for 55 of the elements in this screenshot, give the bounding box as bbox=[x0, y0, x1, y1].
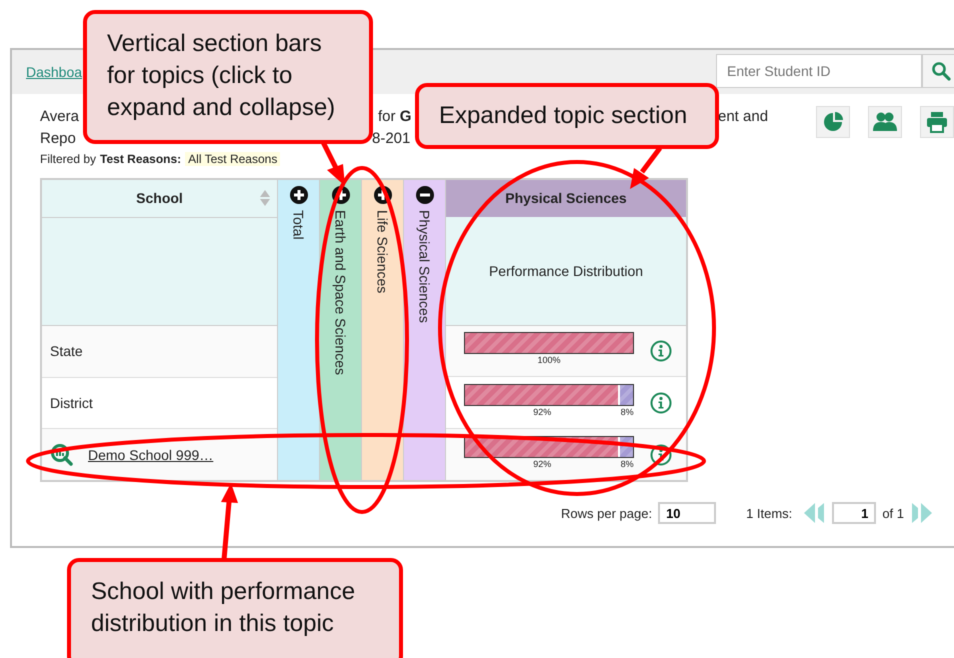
callout-box: Expanded topic section bbox=[415, 83, 719, 149]
report-title-text: Repo bbox=[40, 129, 76, 149]
section-header: Physical Sciences bbox=[446, 180, 686, 217]
print-button[interactable] bbox=[920, 106, 954, 138]
report-title-text: ent and bbox=[718, 107, 768, 127]
report-title-text: Avera bbox=[40, 107, 79, 127]
rows-per-page-label: Rows per page: bbox=[561, 506, 652, 520]
expand-icon[interactable] bbox=[332, 186, 350, 204]
row-label: District bbox=[50, 395, 93, 412]
printer-icon bbox=[926, 111, 948, 133]
filter-label: Filtered by bbox=[40, 152, 96, 166]
search-icon bbox=[931, 61, 951, 81]
row-label: State bbox=[50, 343, 83, 360]
dashboard-link[interactable]: Dashboa bbox=[26, 64, 82, 80]
page-number-field[interactable]: 1 bbox=[832, 502, 876, 524]
topic-label: Physical Sciences bbox=[416, 210, 432, 323]
report-title-text: 8-201 bbox=[372, 129, 410, 149]
expand-icon[interactable] bbox=[290, 186, 308, 204]
collapse-icon[interactable] bbox=[416, 186, 434, 204]
info-icon[interactable] bbox=[650, 392, 672, 414]
item-count: 1 Items: bbox=[746, 506, 792, 520]
percent-label: 92% bbox=[533, 458, 552, 470]
school-link[interactable]: Demo School 999… bbox=[88, 446, 214, 463]
topic-section-bar[interactable]: Total bbox=[278, 180, 320, 480]
school-report-icon[interactable] bbox=[50, 442, 74, 467]
expand-icon[interactable] bbox=[374, 186, 392, 204]
info-icon[interactable] bbox=[650, 444, 672, 466]
callout-arrow bbox=[630, 146, 662, 189]
callout-box: Vertical section bars for topics (click to expand and collapse) bbox=[83, 10, 373, 144]
topic-section-bar[interactable]: Earth and Space Sciences bbox=[320, 180, 362, 480]
page-total: of 1 bbox=[882, 506, 904, 520]
topic-label: Life Sciences bbox=[374, 210, 390, 294]
filter-key: Test Reasons: bbox=[100, 152, 182, 166]
groups-button[interactable] bbox=[868, 106, 902, 138]
pie-chart-icon bbox=[822, 111, 844, 133]
percent-label: 100% bbox=[537, 354, 561, 366]
student-id-field[interactable]: Enter Student ID bbox=[716, 54, 922, 88]
filter-value: All Test Reasons bbox=[185, 152, 280, 166]
percent-label: 8% bbox=[620, 458, 634, 470]
topic-section-bar[interactable]: Physical Sciences bbox=[404, 180, 446, 480]
rows-per-page-field[interactable]: 10 bbox=[658, 502, 716, 524]
search-button[interactable] bbox=[922, 54, 954, 88]
info-icon[interactable] bbox=[650, 340, 672, 362]
percent-label: 8% bbox=[620, 406, 634, 418]
sort-icon bbox=[259, 189, 271, 207]
percent-label: 92% bbox=[533, 406, 552, 418]
topic-section-bar[interactable]: Life Sciences bbox=[362, 180, 404, 480]
topic-label: Total bbox=[290, 210, 306, 240]
topic-label: Earth and Space Sciences bbox=[332, 210, 348, 375]
column-header: Performance Distribution bbox=[446, 216, 686, 326]
callout-box: School with performance distribution in this topic bbox=[67, 558, 403, 658]
report-title-text: for G bbox=[378, 107, 412, 127]
chart-button[interactable] bbox=[816, 106, 850, 138]
people-icon bbox=[872, 111, 898, 133]
school-column-header[interactable]: School bbox=[42, 180, 277, 218]
